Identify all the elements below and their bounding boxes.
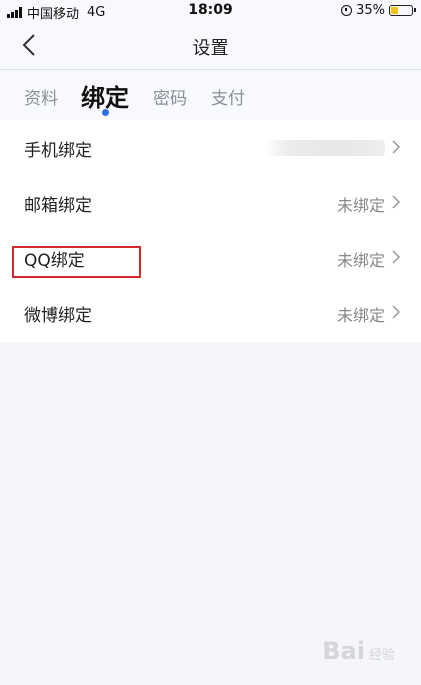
tab-password[interactable]: 密码 [153, 84, 187, 109]
phone-number-blurred [265, 140, 385, 156]
tab-binding[interactable]: 绑定 [81, 78, 129, 113]
page-title: 设置 [192, 38, 229, 59]
row-value: 未绑定 [336, 251, 385, 270]
watermark-sub: 经验 [368, 648, 395, 663]
row-label: 邮箱绑定 [24, 196, 92, 216]
row-label: 微博绑定 [24, 306, 92, 326]
chevron-right-icon [392, 305, 401, 319]
row-value: 未绑定 [336, 306, 385, 325]
battery-icon [389, 5, 416, 16]
weibo-binding-row[interactable]: 微博绑定 未绑定 [0, 285, 421, 340]
phone-binding-row[interactable]: 手机绑定 [0, 120, 421, 175]
rotation-lock-icon [341, 5, 353, 16]
nav-bar: 设置 [0, 22, 421, 70]
tab-bar: 资料 绑定 密码 支付 [0, 70, 421, 120]
status-right: 35% [341, 3, 416, 18]
tab-payment[interactable]: 支付 [211, 84, 245, 109]
chevron-right-icon [392, 140, 401, 154]
binding-list: 手机绑定 邮箱绑定 未绑定 QQ绑定 未绑定 微博绑定 未绑定 [0, 120, 421, 342]
active-tab-indicator [102, 109, 109, 116]
chevron-right-icon [392, 195, 401, 209]
status-bar: 中国移动 4G 18:09 35% [0, 0, 421, 22]
tab-profile[interactable]: 资料 [24, 84, 58, 109]
row-label: 手机绑定 [24, 141, 92, 161]
watermark-brand: Bai [322, 637, 365, 665]
row-value: 未绑定 [336, 196, 385, 215]
chevron-right-icon [392, 250, 401, 264]
annotation-highlight-box [12, 246, 141, 278]
battery-percent: 35% [356, 3, 385, 18]
email-binding-row[interactable]: 邮箱绑定 未绑定 [0, 175, 421, 230]
watermark: Bai 经验 [322, 637, 395, 665]
